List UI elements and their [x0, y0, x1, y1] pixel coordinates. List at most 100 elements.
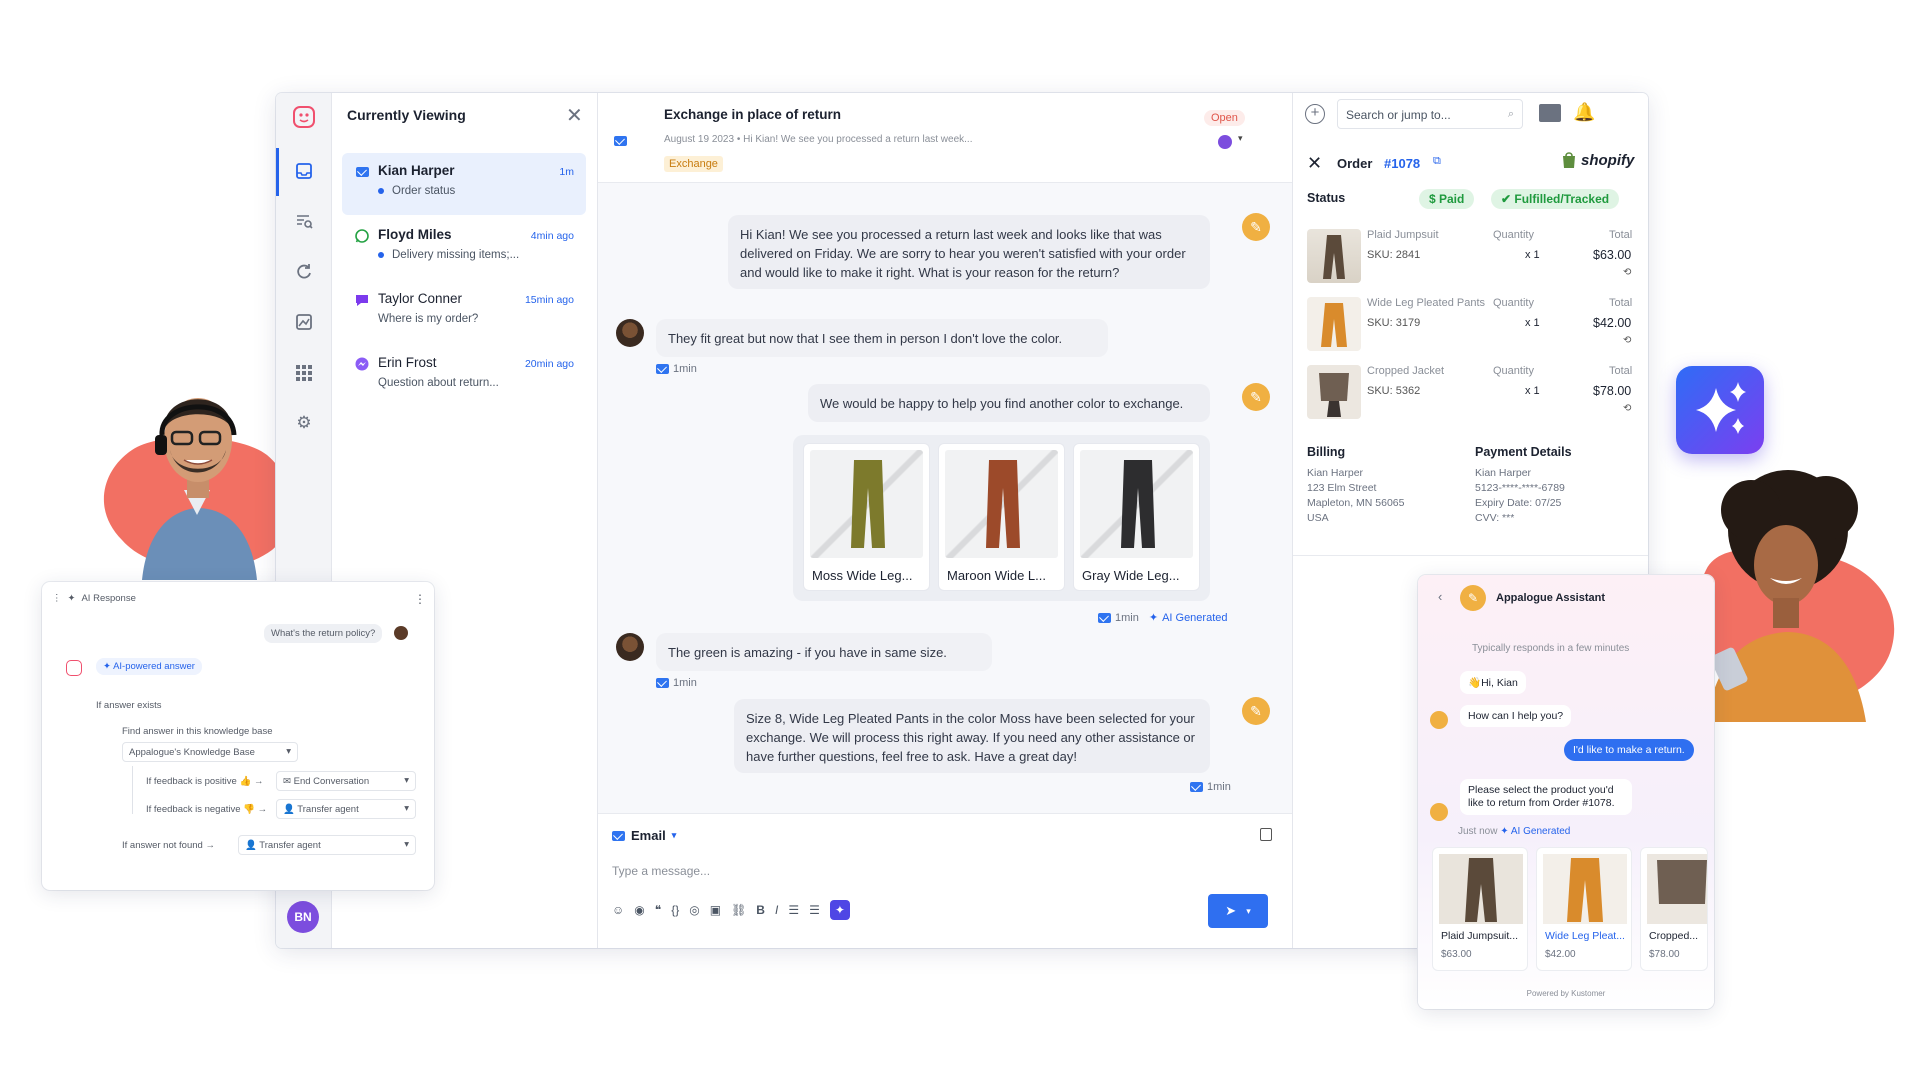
product-image — [1080, 450, 1193, 558]
order-line-item[interactable]: Cropped Jacket SKU: 5362 Quantity x 1 To… — [1307, 365, 1637, 425]
knowledge-base-icon[interactable] — [1539, 104, 1561, 122]
tag-badge[interactable]: Exchange — [664, 156, 723, 172]
item-name: Plaid Jumpsuit — [1367, 229, 1439, 241]
send-button[interactable]: ➤ ▾ — [1208, 894, 1268, 928]
agent-message: Size 8, Wide Leg Pleated Pants in the co… — [734, 699, 1210, 773]
close-icon[interactable]: ✕ — [1307, 153, 1322, 174]
product-card[interactable]: Maroon Wide L... — [938, 443, 1065, 591]
at-icon[interactable]: ◉ — [634, 903, 644, 917]
assistant-message: How can I help you? — [1460, 705, 1572, 727]
assistant-message: Please select the product you'd like to … — [1460, 779, 1632, 815]
assistant-widget: ‹ ✎ Appalogue Assistant Typically respon… — [1418, 575, 1714, 1009]
payment-line: 5123-****-****-6789 — [1475, 482, 1565, 494]
ai-sparkle-icon[interactable]: ✦ — [829, 900, 850, 920]
bold-icon[interactable]: B — [756, 903, 765, 917]
bell-icon[interactable]: 🔔 — [1573, 102, 1595, 123]
message-meta: 1min — [656, 363, 697, 375]
conversation-item[interactable]: Taylor Conner 15min ago Where is my orde… — [342, 281, 586, 343]
knowledge-base-select[interactable]: Appalogue's Knowledge Base ▾ — [122, 742, 298, 762]
code-icon[interactable]: {} — [671, 903, 679, 917]
bullet-list-icon[interactable]: ☰ — [809, 903, 820, 917]
product-image — [1543, 854, 1627, 924]
settings-icon[interactable]: ⚙ — [286, 405, 322, 441]
product-carousel: Moss Wide Leg... Maroon Wide L... Gray W… — [793, 435, 1210, 601]
check-icon: ✔ — [1501, 192, 1515, 206]
external-link-icon[interactable]: ⧉ — [1433, 155, 1441, 168]
billing-section: Billing Kian Harper 123 Elm Street Maple… — [1307, 445, 1457, 526]
item-name: Wide Leg Pleated Pants — [1367, 297, 1486, 309]
add-icon[interactable]: + — [1305, 104, 1325, 124]
billing-line: Mapleton, MN 56065 — [1307, 497, 1405, 509]
item-qty: x 1 — [1525, 317, 1540, 329]
order-number-link[interactable]: #1078 — [1384, 156, 1420, 171]
conversation-subtitle: Order status — [392, 185, 456, 197]
assistant-product-card[interactable]: Cropped... $78.00 — [1640, 847, 1708, 971]
close-icon[interactable]: ✕ — [566, 103, 583, 128]
refresh-icon[interactable] — [286, 253, 322, 289]
transfer-agent-select[interactable]: 👤 Transfer agent ▾ — [276, 799, 416, 819]
agent-avatar-icon: ✎ — [1242, 697, 1270, 725]
search-list-icon[interactable] — [286, 203, 322, 239]
chevron-down-icon[interactable]: ▾ — [1238, 133, 1243, 144]
product-thumbnail — [1307, 229, 1361, 283]
user-avatar[interactable]: BN — [287, 901, 319, 933]
message-input[interactable]: Type a message... — [612, 864, 710, 878]
feedback-negative-label: If feedback is negative 👎 → — [146, 804, 268, 815]
not-found-select[interactable]: 👤 Transfer agent ▾ — [238, 835, 416, 855]
search-input[interactable]: Search or jump to... — [1346, 108, 1451, 122]
question-bubble: What's the return policy? — [264, 624, 383, 643]
sparkle-icon: ✦ — [103, 661, 114, 672]
image-icon[interactable]: ▣ — [710, 903, 721, 917]
quote-icon[interactable]: ❝ — [655, 903, 661, 917]
product-image — [945, 450, 1058, 558]
product-card[interactable]: Moss Wide Leg... — [803, 443, 930, 591]
qty-header: Quantity — [1493, 229, 1534, 241]
product-price: $78.00 — [1649, 949, 1680, 960]
global-search[interactable]: Search or jump to... ⌕ — [1337, 99, 1523, 129]
message-time: 1min — [673, 677, 697, 689]
message-time: 1min — [673, 363, 697, 375]
reports-icon[interactable] — [286, 304, 322, 340]
item-total: $63.00 — [1593, 248, 1632, 262]
unread-dot — [378, 251, 384, 258]
return-icon[interactable]: ⟲ — [1623, 267, 1631, 278]
conversation-item[interactable]: Floyd Miles 4min ago Delivery missing it… — [342, 217, 586, 279]
assistant-product-card[interactable]: Wide Leg Pleat... $42.00 — [1536, 847, 1632, 971]
conversation-item[interactable]: Kian Harper 1m Order status — [342, 153, 586, 215]
not-found-label: If answer not found → — [122, 840, 215, 851]
order-line-item[interactable]: Wide Leg Pleated Pants SKU: 3179 Quantit… — [1307, 297, 1637, 357]
italic-icon[interactable]: I — [775, 903, 778, 917]
product-name: Plaid Jumpsuit... — [1441, 930, 1519, 942]
emoji-icon[interactable]: ☺ — [612, 903, 624, 917]
item-sku: SKU: 5362 — [1367, 385, 1421, 397]
product-card[interactable]: Gray Wide Leg... — [1073, 443, 1200, 591]
drag-handle-icon[interactable]: ⋮ — [52, 593, 62, 604]
paid-badge: $ Paid — [1419, 189, 1475, 209]
channel-select[interactable]: Email ▾ — [612, 828, 676, 843]
order-label: Order — [1337, 156, 1373, 171]
return-icon[interactable]: ⟲ — [1623, 335, 1631, 346]
conversation-time: 15min ago — [524, 294, 574, 306]
end-conversation-select[interactable]: ✉ End Conversation ▾ — [276, 771, 416, 791]
conversation-time: 1m — [559, 166, 574, 178]
ai-answer-pill[interactable]: ✦ AI-powered answer — [96, 658, 202, 675]
item-sku: SKU: 3179 — [1367, 317, 1421, 329]
more-icon[interactable]: ⋮ — [414, 592, 426, 606]
assistant-product-card[interactable]: Plaid Jumpsuit... $63.00 — [1432, 847, 1528, 971]
return-icon[interactable]: ⟲ — [1623, 403, 1631, 414]
message-meta: 1min ✦ AI Generated — [1098, 611, 1228, 624]
inbox-icon[interactable] — [286, 153, 322, 189]
eye-icon[interactable]: ◎ — [689, 903, 699, 917]
link-icon[interactable]: ⛓ — [731, 903, 746, 917]
ordered-list-icon[interactable]: ☰ — [788, 903, 799, 917]
conversation-list-title: Currently Viewing — [347, 107, 466, 123]
customer-message: They fit great but now that I see them i… — [656, 319, 1108, 357]
app-logo-icon[interactable] — [286, 99, 322, 135]
assignee-avatar[interactable] — [1218, 135, 1232, 149]
back-chevron-icon[interactable]: ‹ — [1438, 589, 1442, 604]
copy-icon[interactable] — [1260, 828, 1272, 841]
order-line-item[interactable]: Plaid Jumpsuit SKU: 2841 Quantity x 1 To… — [1307, 229, 1637, 289]
conversation-item[interactable]: Erin Frost 20min ago Question about retu… — [342, 345, 586, 407]
status-badge[interactable]: Open — [1204, 110, 1245, 126]
apps-grid-icon[interactable] — [286, 355, 322, 391]
